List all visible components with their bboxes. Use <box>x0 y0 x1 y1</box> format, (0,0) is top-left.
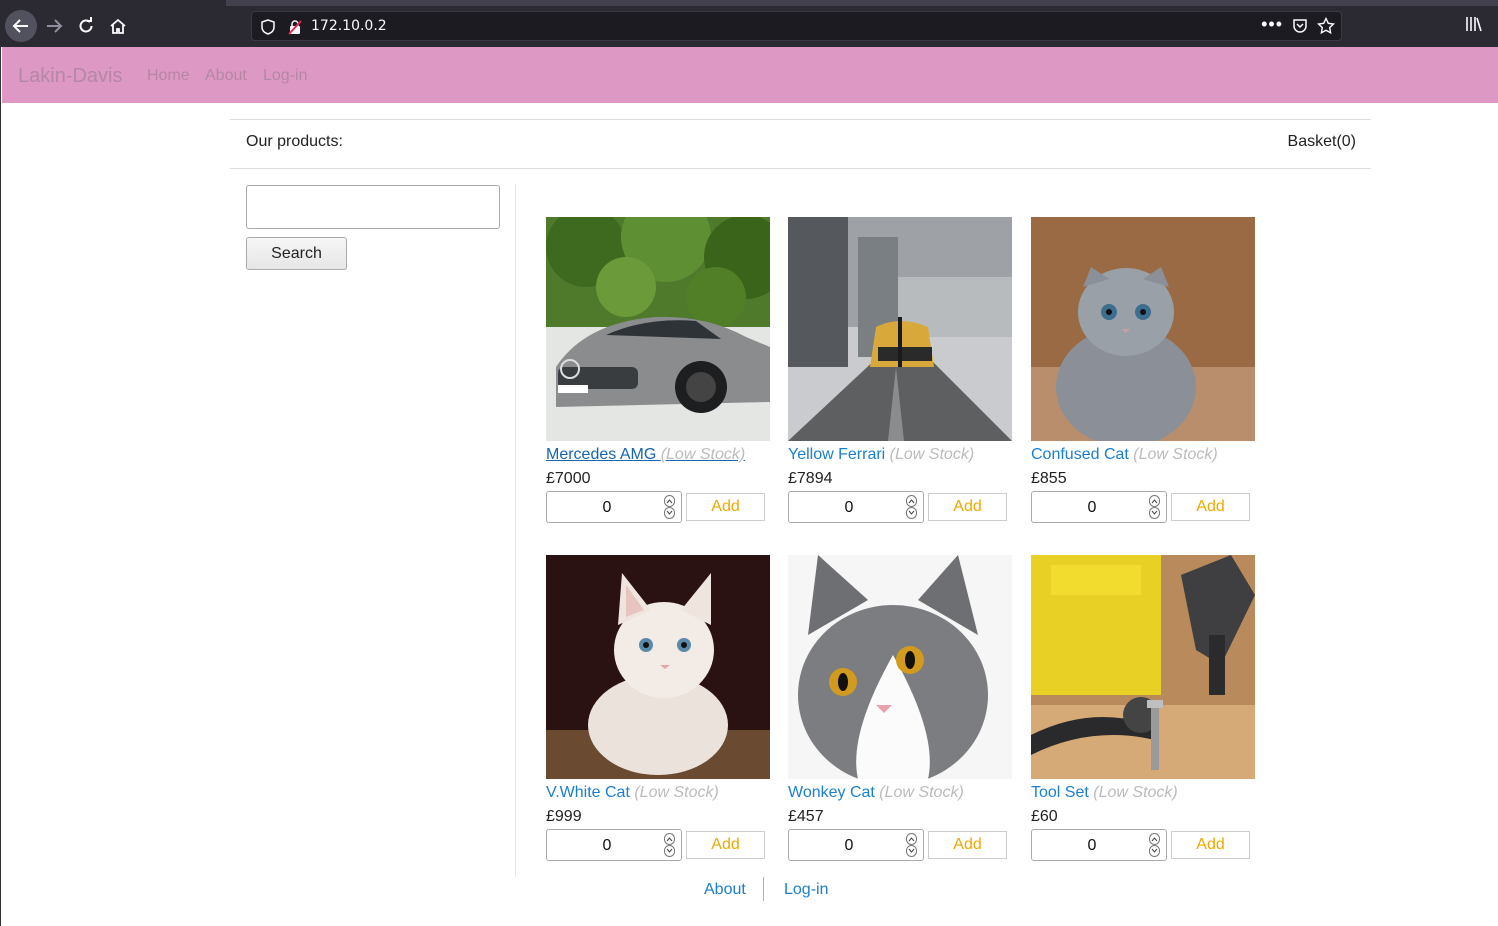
quantity-stepper[interactable]: 0 <box>1031 829 1167 861</box>
reload-button[interactable] <box>70 10 102 42</box>
product-price: £7000 <box>546 470 591 487</box>
grey-kitten-image <box>1031 217 1255 441</box>
quantity-value[interactable]: 0 <box>789 499 909 517</box>
spinner-arrows-icon[interactable] <box>906 495 917 519</box>
spinner-arrows-icon[interactable] <box>664 495 675 519</box>
site-navbar: Lakin-Davis Home About Log-in <box>2 47 1498 103</box>
address-bar[interactable]: 172.10.0.2 ••• <box>251 11 1342 41</box>
footer-login-link[interactable]: Log-in <box>784 881 828 899</box>
product-image[interactable] <box>1031 217 1255 441</box>
add-to-basket-button[interactable]: Add <box>686 493 765 521</box>
page-actions-menu[interactable]: ••• <box>1261 14 1283 35</box>
product-price: £457 <box>788 808 824 825</box>
tab-strip <box>226 0 1498 6</box>
add-to-basket-button[interactable]: Add <box>1171 493 1250 521</box>
stock-status: (Low Stock) <box>634 784 719 801</box>
silver-car-image <box>546 217 770 441</box>
back-button[interactable] <box>5 10 37 42</box>
stock-status: (Low Stock) <box>879 784 964 801</box>
library-icon[interactable] <box>1465 16 1483 37</box>
nav-home-link[interactable]: Home <box>147 67 190 85</box>
yellow-car-image <box>788 217 1012 441</box>
spinner-arrows-icon[interactable] <box>1149 833 1160 857</box>
product-image[interactable] <box>788 555 1012 779</box>
footer-divider <box>763 877 764 901</box>
stock-status: (Low Stock) <box>889 446 975 463</box>
nav-login-link[interactable]: Log-in <box>263 67 307 85</box>
quantity-stepper[interactable]: 0 <box>788 491 924 523</box>
quantity-value[interactable]: 0 <box>547 837 667 855</box>
product-name-link[interactable]: Confused Cat (Low Stock) <box>1031 446 1218 464</box>
insecure-lock-icon[interactable] <box>288 19 302 40</box>
bookmark-star-icon[interactable] <box>1316 16 1336 40</box>
sidebar-divider <box>515 184 516 877</box>
stock-status: (Low Stock) <box>1133 446 1218 463</box>
home-button[interactable] <box>102 10 134 42</box>
stock-status: (Low Stock) <box>1093 784 1178 801</box>
quantity-value[interactable]: 0 <box>789 837 909 855</box>
product-price: £7894 <box>788 470 833 487</box>
product-price: £999 <box>546 808 582 825</box>
url-text[interactable]: 172.10.0.2 <box>311 18 387 34</box>
web-page: Lakin-Davis Home About Log-in Our produc… <box>0 47 1498 926</box>
quantity-stepper[interactable]: 0 <box>1031 491 1167 523</box>
product-name-link[interactable]: Wonkey Cat (Low Stock) <box>788 784 964 802</box>
search-input[interactable] <box>246 185 500 229</box>
search-button[interactable]: Search <box>246 237 347 270</box>
spinner-arrows-icon[interactable] <box>1149 495 1160 519</box>
product-image[interactable] <box>1031 555 1255 779</box>
page-title: Our products: <box>246 133 343 150</box>
add-to-basket-button[interactable]: Add <box>686 831 765 859</box>
arrow-left-icon <box>12 19 28 33</box>
product-name-link[interactable]: Mercedes AMG (Low Stock) <box>546 446 745 464</box>
site-brand[interactable]: Lakin-Davis <box>18 65 122 88</box>
arrow-right-icon <box>47 19 63 33</box>
product-price: £855 <box>1031 470 1067 487</box>
quantity-value[interactable]: 0 <box>1032 837 1152 855</box>
quantity-value[interactable]: 0 <box>547 499 667 517</box>
home-icon <box>110 18 126 34</box>
tools-image <box>1031 555 1255 779</box>
product-image[interactable] <box>546 555 770 779</box>
nav-about-link[interactable]: About <box>205 67 247 85</box>
add-to-basket-button[interactable]: Add <box>1171 831 1250 859</box>
product-price: £60 <box>1031 808 1058 825</box>
add-to-basket-button[interactable]: Add <box>928 493 1007 521</box>
shield-icon[interactable] <box>261 19 275 40</box>
product-image[interactable] <box>788 217 1012 441</box>
basket-link[interactable]: Basket(0) <box>1288 133 1356 151</box>
quantity-stepper[interactable]: 0 <box>546 829 682 861</box>
spinner-arrows-icon[interactable] <box>664 833 675 857</box>
reload-icon <box>79 17 93 33</box>
quantity-stepper[interactable]: 0 <box>788 829 924 861</box>
footer-about-link[interactable]: About <box>704 881 746 899</box>
stock-status: (Low Stock) <box>660 446 746 463</box>
pocket-icon[interactable] <box>1292 18 1308 39</box>
forward-button[interactable] <box>38 10 70 42</box>
product-name-link[interactable]: Tool Set (Low Stock) <box>1031 784 1178 802</box>
spinner-arrows-icon[interactable] <box>906 833 917 857</box>
product-image[interactable] <box>546 217 770 441</box>
products-header: Our products: Basket(0) <box>230 119 1371 169</box>
product-name-link[interactable]: Yellow Ferrari (Low Stock) <box>788 446 974 464</box>
product-name-link[interactable]: V.White Cat (Low Stock) <box>546 784 719 802</box>
add-to-basket-button[interactable]: Add <box>928 831 1007 859</box>
grey-white-cat-image <box>788 555 1012 779</box>
browser-toolbar: 172.10.0.2 ••• <box>0 0 1498 47</box>
white-kitten-image <box>546 555 770 779</box>
quantity-stepper[interactable]: 0 <box>546 491 682 523</box>
quantity-value[interactable]: 0 <box>1032 499 1152 517</box>
